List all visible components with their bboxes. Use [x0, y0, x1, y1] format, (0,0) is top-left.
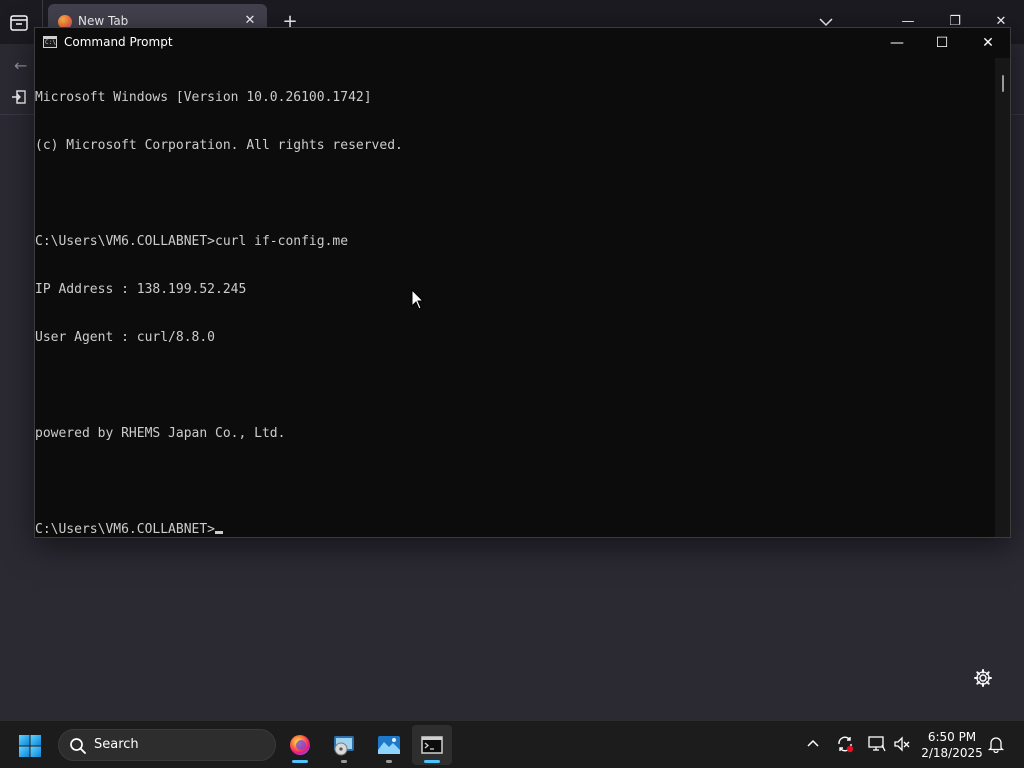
console-line: Microsoft Windows [Version 10.0.26100.17…	[35, 90, 372, 105]
search-icon	[69, 737, 87, 755]
photos-icon	[378, 736, 400, 754]
running-indicator	[424, 760, 440, 763]
taskbar-firefox-button[interactable]	[280, 725, 320, 765]
window-title: Command Prompt	[64, 35, 173, 49]
disc-app-icon	[334, 736, 354, 756]
cmd-icon-text: C:\	[45, 39, 56, 46]
notification-bell-icon[interactable]	[987, 735, 1005, 754]
sign-in-icon[interactable]	[10, 88, 28, 106]
console-line: User Agent : curl/8.8.0	[35, 330, 216, 345]
volume-muted-icon[interactable]	[893, 735, 911, 753]
cmd-title-bar[interactable]: C:\ Command Prompt — ☐ ✕	[35, 28, 1010, 58]
cmd-close-button[interactable]: ✕	[965, 28, 1011, 58]
show-hidden-icons-chevron-icon[interactable]	[804, 735, 822, 753]
console-line: IP Address : 138.199.52.245	[35, 282, 247, 297]
running-indicator	[386, 760, 392, 763]
taskbar-disc-app-button[interactable]	[324, 725, 364, 765]
firefox-view-icon[interactable]	[8, 12, 30, 34]
cmd-maximize-button[interactable]: ☐	[919, 28, 965, 58]
taskbar-photos-button[interactable]	[369, 725, 409, 765]
console-line: (c) Microsoft Corporation. All rights re…	[35, 138, 403, 153]
command-prompt-window[interactable]: C:\ Command Prompt — ☐ ✕ Microsoft Windo…	[34, 27, 1011, 538]
mouse-pointer-icon	[411, 288, 425, 311]
running-indicator	[292, 760, 308, 763]
running-indicator	[341, 760, 347, 763]
scrollbar-thumb[interactable]	[1002, 75, 1004, 92]
cmd-minimize-button[interactable]: —	[874, 28, 920, 58]
console-output[interactable]: Microsoft Windows [Version 10.0.26100.17…	[35, 58, 995, 537]
taskbar-command-prompt-button[interactable]	[412, 725, 452, 765]
customize-gear-icon[interactable]	[973, 668, 993, 688]
tab-title: New Tab	[78, 14, 129, 28]
console-prompt-line[interactable]: C:\Users\VM6.COLLABNET>	[35, 522, 995, 538]
back-arrow-icon[interactable]: ←	[14, 56, 34, 75]
clock-date[interactable]: 2/18/2025	[920, 746, 984, 760]
command-prompt-icon: C:\	[43, 36, 57, 48]
start-button[interactable]	[18, 734, 42, 758]
taskbar-search-box[interactable]: Search	[58, 729, 276, 761]
taskbar: Search 6:50 PM 2/18/2025	[0, 720, 1024, 768]
console-line: powered by RHEMS Japan Co., Ltd.	[35, 426, 286, 441]
console-prompt: C:\Users\VM6.COLLABNET>	[35, 522, 216, 537]
console-line: C:\Users\VM6.COLLABNET>curl if-config.me	[35, 234, 349, 249]
firefox-icon	[290, 735, 310, 755]
sync-status-icon[interactable]	[836, 735, 854, 753]
network-icon[interactable]	[868, 735, 886, 753]
terminal-icon	[421, 736, 443, 754]
search-label: Search	[94, 737, 139, 752]
clock-time[interactable]: 6:50 PM	[920, 730, 984, 744]
vertical-scrollbar[interactable]	[995, 58, 1010, 537]
text-cursor	[215, 531, 224, 534]
